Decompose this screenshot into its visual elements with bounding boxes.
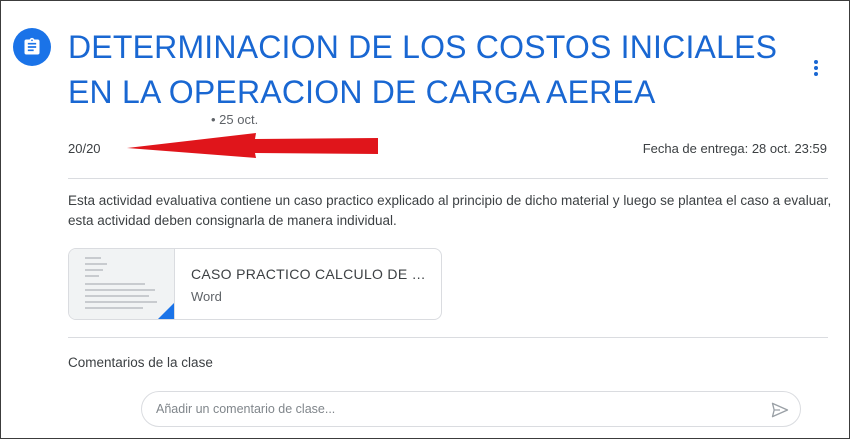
grade-value: 20/20 (68, 141, 101, 156)
send-icon[interactable] (770, 400, 790, 420)
comment-input[interactable] (156, 400, 746, 418)
assignment-page: DETERMINACION DE LOS COSTOS INICIALES EN… (0, 0, 850, 439)
comment-box (141, 391, 801, 427)
attachment-title: CASO PRACTICO CALCULO DE COSTOS (191, 266, 426, 282)
attachment-type: Word (191, 289, 222, 304)
red-arrow-icon (127, 133, 378, 158)
due-date: Fecha de entrega: 28 oct. 23:59 (642, 141, 827, 156)
divider (68, 337, 828, 338)
assignment-title: DETERMINACION DE LOS COSTOS INICIALES EN… (68, 29, 778, 110)
divider (68, 178, 828, 179)
assignment-description: Esta actividad evaluativa contiene un ca… (68, 193, 832, 228)
posted-date: • 25 oct. (211, 112, 259, 127)
word-file-icon (158, 303, 174, 319)
document-thumbnail (69, 249, 175, 319)
assignment-icon (13, 28, 51, 66)
comments-heading: Comentarios de la clase (68, 355, 213, 370)
attachment-card[interactable]: CASO PRACTICO CALCULO DE COSTOS Word (68, 248, 442, 320)
more-vert-icon[interactable] (806, 56, 826, 80)
